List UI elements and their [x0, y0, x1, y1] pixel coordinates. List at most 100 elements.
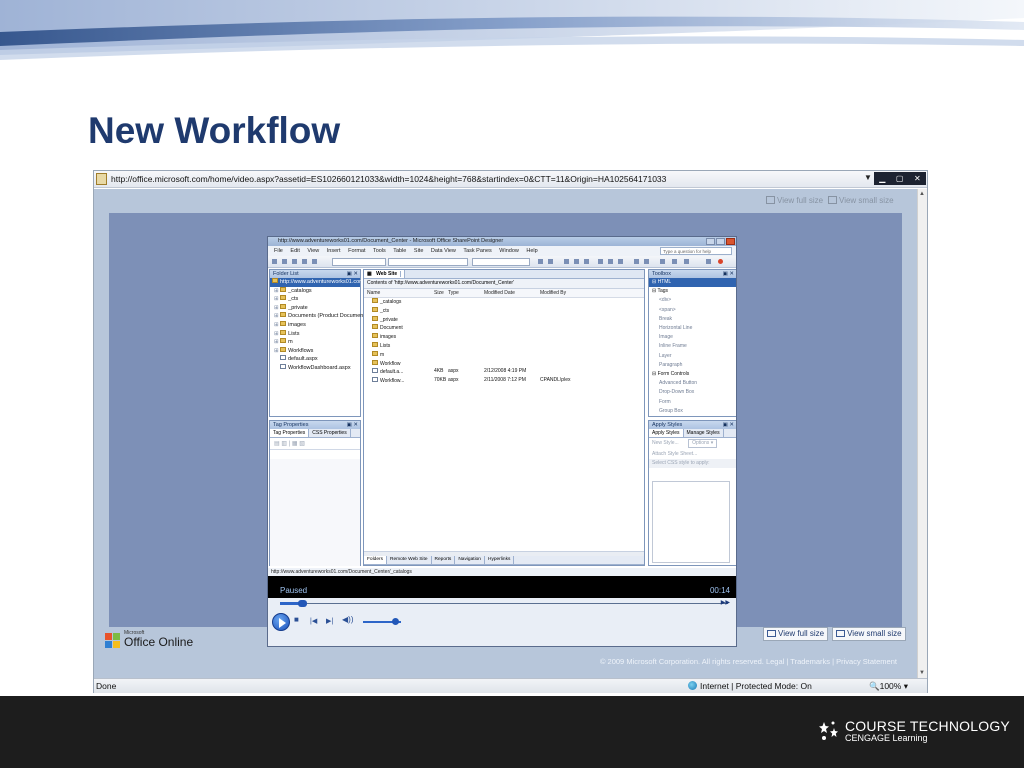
volume-icon[interactable]: ◀)) — [342, 615, 353, 624]
view-small-size-link-top[interactable]: View small size — [828, 196, 894, 205]
menu-view[interactable]: View — [307, 248, 319, 254]
menu-tools[interactable]: Tools — [373, 248, 386, 254]
scroll-up-icon[interactable]: ▲ — [919, 191, 925, 197]
address-dropdown-icon[interactable]: ▼ — [864, 173, 872, 182]
toolbox-item[interactable]: Image — [649, 333, 736, 342]
font-color-icon[interactable] — [684, 259, 689, 264]
website-folder-row[interactable]: Workflow — [372, 359, 644, 369]
menu-data-view[interactable]: Data View — [431, 248, 456, 254]
layer-icon[interactable] — [706, 259, 711, 264]
align-right-icon[interactable] — [618, 259, 623, 264]
play-button[interactable] — [272, 613, 290, 631]
website-file-row[interactable]: Workflow... 70KB aspx 2/11/2008 7:12 PM CPAN… — [372, 377, 644, 386]
website-folder-row[interactable]: Lists — [372, 341, 644, 351]
next-icon[interactable]: ▶| — [326, 617, 333, 625]
borders-icon[interactable] — [660, 259, 665, 264]
view-full-size-link-top[interactable]: View full size — [766, 196, 823, 205]
tab-css-properties[interactable]: CSS Properties — [309, 429, 351, 437]
designer-maximize-icon[interactable] — [716, 238, 725, 245]
folder-tree-item[interactable]: default.aspx — [270, 355, 360, 364]
volume-handle[interactable] — [392, 618, 399, 625]
underline-icon[interactable] — [584, 259, 589, 264]
view-tab[interactable]: Navigation — [455, 556, 485, 564]
minimize-icon[interactable]: ▁ — [879, 174, 885, 184]
menu-help[interactable]: Help — [526, 248, 537, 254]
menu-insert[interactable]: Insert — [327, 248, 341, 254]
website-folder-row[interactable]: _private — [372, 315, 644, 325]
designer-minimize-icon[interactable] — [706, 238, 715, 245]
attach-style-sheet-button[interactable]: Attach Style Sheet... — [649, 449, 736, 459]
close-icon[interactable]: ✕ — [914, 174, 921, 184]
col-type[interactable]: Type — [448, 289, 484, 297]
toolbox-section[interactable]: ⊟ Tags — [649, 287, 736, 296]
new-page-icon[interactable] — [272, 259, 277, 264]
website-folder-row[interactable]: Document — [372, 324, 644, 333]
tab-manage-styles[interactable]: Manage Styles — [684, 429, 724, 437]
ask-question-input[interactable]: Type a question for help — [660, 247, 732, 255]
folder-tree-item[interactable]: ⊞ _cts — [270, 295, 360, 304]
menu-format[interactable]: Format — [348, 248, 365, 254]
toolbox-item[interactable]: <span> — [649, 306, 736, 315]
designer-close-icon[interactable] — [726, 238, 735, 245]
col-name[interactable]: Name — [364, 289, 434, 297]
website-folder-row[interactable]: images — [372, 333, 644, 342]
menu-edit[interactable]: Edit — [290, 248, 299, 254]
toolbox-item[interactable]: Form — [649, 398, 736, 407]
folder-tree-item[interactable]: ⊞ Lists — [270, 329, 360, 339]
folder-tree-item[interactable]: ⊞ Workflows — [270, 346, 360, 356]
italic-icon[interactable] — [574, 259, 579, 264]
menu-window[interactable]: Window — [499, 248, 519, 254]
col-size[interactable]: Size — [434, 289, 448, 297]
apply-styles-close-icon[interactable]: ▣ ✕ — [723, 421, 734, 429]
previous-icon[interactable]: |◀ — [310, 617, 317, 625]
stop-button[interactable]: ■ — [294, 615, 299, 624]
view-tab[interactable]: Reports — [432, 556, 456, 564]
toolbox-item[interactable]: <div> — [649, 296, 736, 305]
highlight-icon[interactable] — [672, 259, 677, 264]
menu-table[interactable]: Table — [393, 248, 406, 254]
view-tab[interactable]: Folders — [364, 556, 387, 564]
save-icon[interactable] — [292, 259, 297, 264]
col-modified-date[interactable]: Modified Date — [484, 289, 540, 297]
address-bar[interactable]: http://office.microsoft.com/home/video.a… — [94, 171, 927, 188]
folder-tree-item[interactable]: http://www.adventureworks01.com — [270, 278, 364, 287]
maximize-icon[interactable]: ▢ — [896, 174, 904, 184]
tab-tag-properties[interactable]: Tag Properties — [270, 429, 310, 437]
folder-tree-item[interactable]: WorkflowDashboard.aspx — [270, 363, 360, 373]
align-left-icon[interactable] — [598, 259, 603, 264]
view-tab[interactable]: Hyperlinks — [485, 556, 515, 564]
stop-icon[interactable] — [718, 259, 723, 264]
menu-site[interactable]: Site — [414, 248, 423, 254]
font-combo[interactable] — [388, 258, 468, 266]
tab-web-site[interactable]: ▦ Web Site — [364, 270, 406, 278]
website-file-row[interactable]: default.a... 4KB aspx 2/12/2008 4:19 PM — [372, 368, 644, 377]
seek-bar[interactable]: ▶▶ — [268, 598, 736, 609]
align-center-icon[interactable] — [608, 259, 613, 264]
security-zone[interactable]: Internet | Protected Mode: On — [688, 681, 812, 691]
toolbox-item[interactable]: Inline Frame — [649, 342, 736, 351]
preview-icon[interactable] — [312, 259, 317, 264]
folder-list-close-icon[interactable]: ▣ ✕ — [347, 270, 358, 278]
folder-tree-item[interactable]: ⊞ _catalogs — [270, 286, 360, 296]
view-full-size-button[interactable]: View full size — [763, 627, 829, 641]
toolbox-item[interactable]: Paragraph — [649, 361, 736, 370]
website-folder-row[interactable]: _catalogs — [372, 298, 644, 307]
website-folder-row[interactable]: m — [372, 350, 644, 360]
publish-icon[interactable] — [302, 259, 307, 264]
size-combo[interactable] — [472, 258, 530, 266]
toolbox-section[interactable]: ⊟ Form Controls — [649, 370, 736, 379]
options-button[interactable]: Options ▾ — [688, 439, 718, 448]
styles-list[interactable] — [652, 481, 730, 563]
toolbox-item[interactable]: Layer — [649, 352, 736, 361]
scroll-down-icon[interactable]: ▼ — [919, 670, 925, 676]
fast-forward-icon[interactable]: ▶▶ — [721, 599, 730, 606]
toolbox-item[interactable]: Advanced Button — [649, 379, 736, 388]
zoom-control[interactable]: 🔍100% ▾ — [869, 681, 908, 692]
menu-file[interactable]: File — [274, 248, 283, 254]
toolbox-close-icon[interactable]: ▣ ✕ — [723, 270, 734, 278]
open-icon[interactable] — [282, 259, 287, 264]
website-folder-row[interactable]: _cts — [372, 306, 644, 316]
seek-handle[interactable] — [298, 600, 307, 607]
toolbox-section[interactable]: ⊟ HTML — [649, 278, 736, 288]
tag-properties-close-icon[interactable]: ▣ ✕ — [347, 421, 358, 429]
